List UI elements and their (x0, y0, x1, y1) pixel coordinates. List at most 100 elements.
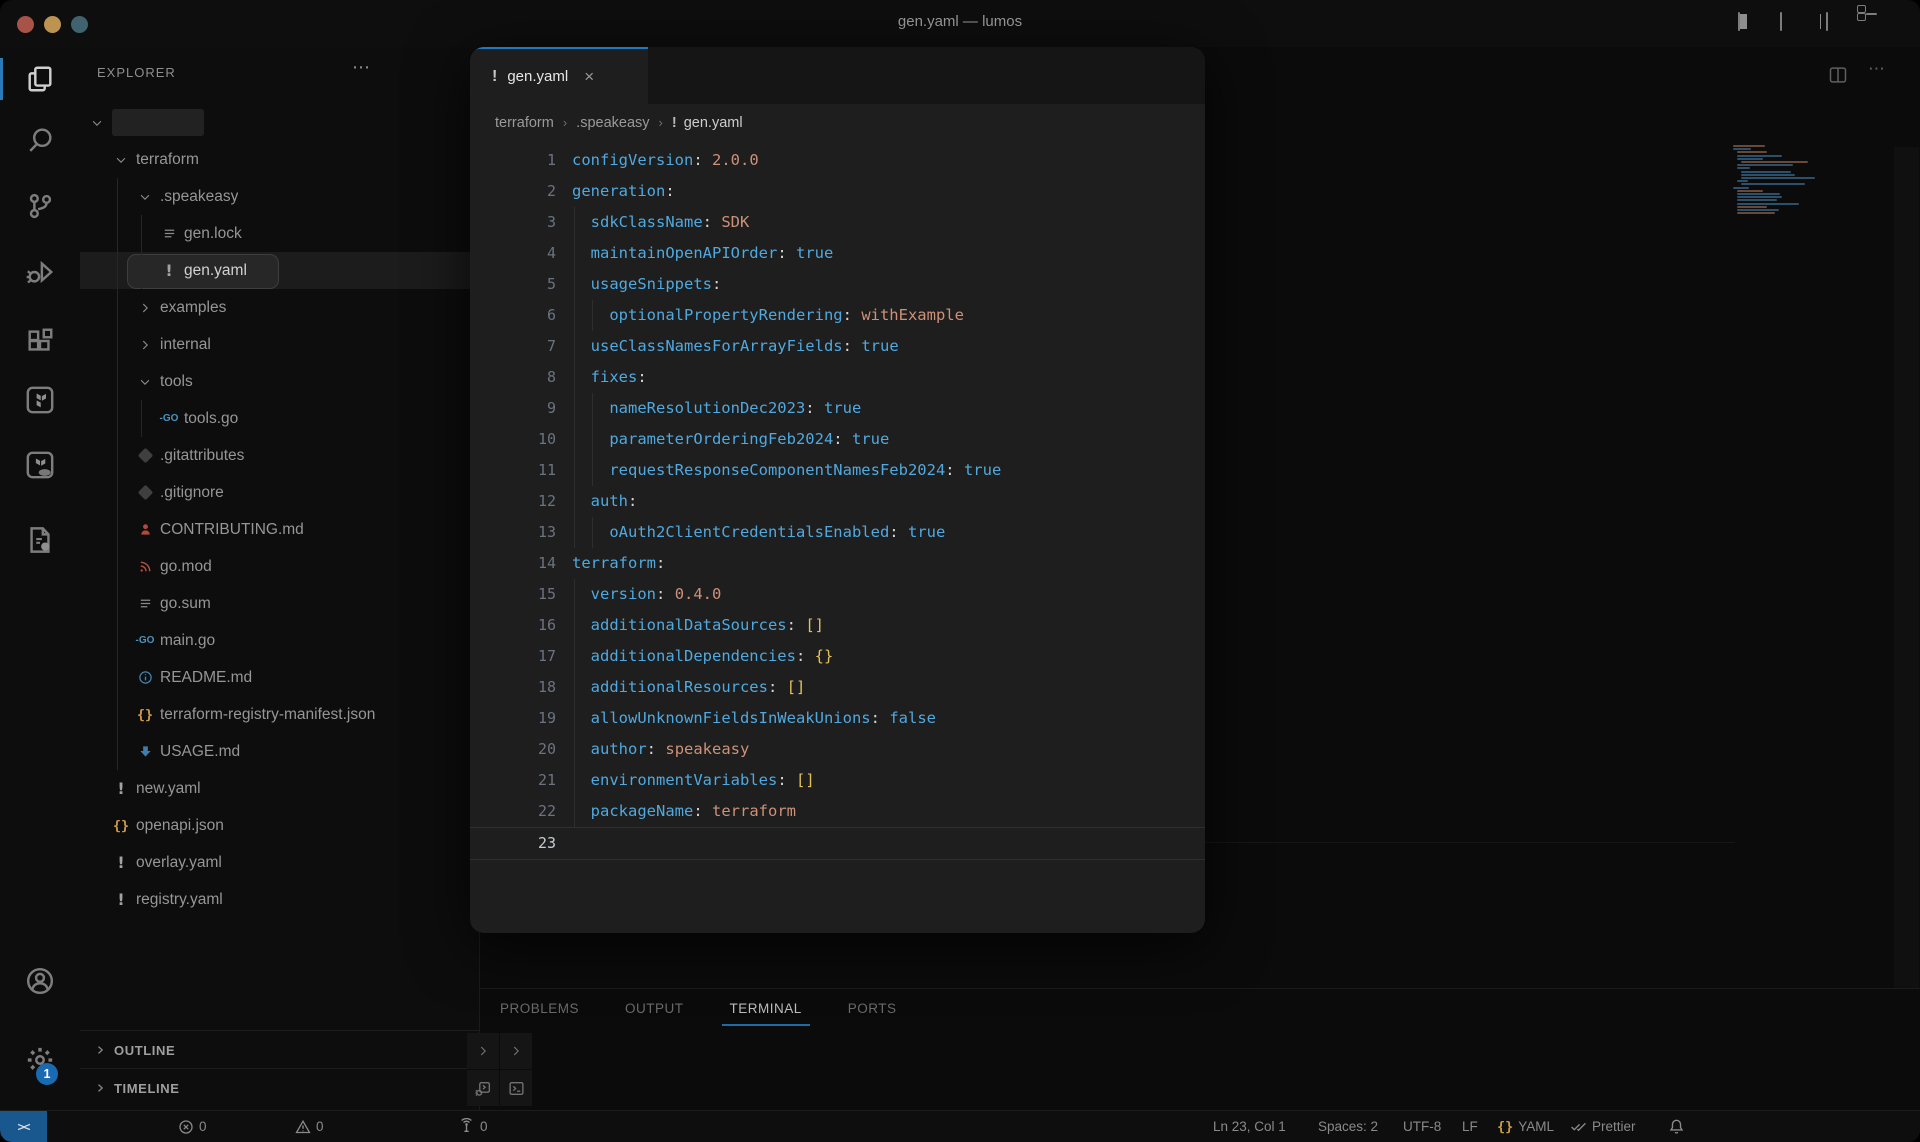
activity-item-settings[interactable]: 1 (0, 1033, 80, 1087)
code-line-5[interactable]: 5 usageSnippets: (470, 269, 1205, 300)
code-line-8[interactable]: 8 fixes: (470, 362, 1205, 393)
tree-item-readme-md[interactable]: README.md (80, 659, 480, 696)
activity-item-rest-client[interactable] (0, 513, 80, 567)
tree-item--gitattributes[interactable]: .gitattributes (80, 437, 480, 474)
tree-item-terraform-registry-manifest-json[interactable]: {} terraform-registry-manifest.json (80, 696, 480, 733)
activity-item-terraform-cloud[interactable] (0, 438, 80, 492)
code-line-18[interactable]: 18 additionalResources: [] (470, 672, 1205, 703)
tree-item-internal[interactable]: internal (80, 326, 480, 363)
status-warnings[interactable]: 0 (295, 1111, 324, 1142)
tree-item-examples[interactable]: examples (80, 289, 480, 326)
code-line-19[interactable]: 19 allowUnknownFieldsInWeakUnions: false (470, 703, 1205, 734)
breadcrumb-item--speakeasy[interactable]: .speakeasy (576, 115, 649, 131)
tree-item-go-mod[interactable]: go.mod (80, 548, 480, 585)
editor-more-actions-icon[interactable]: ⋯ (1868, 59, 1886, 79)
activity-item-explorer[interactable] (0, 52, 80, 106)
activity-item-terraform[interactable] (0, 373, 80, 427)
toggle-secondary-sidebar-icon[interactable] (1819, 12, 1850, 33)
code-line-2[interactable]: 2 generation: (470, 176, 1205, 207)
status-formatter[interactable]: Prettier (1570, 1111, 1636, 1142)
minimap[interactable] (1733, 145, 1823, 235)
tree-item-label: .speakeasy (160, 187, 239, 205)
code-line-23[interactable]: 23 (470, 827, 1205, 860)
tree-item-gen-lock[interactable]: gen.lock (80, 215, 480, 252)
status-language-mode[interactable]: {} YAML (1497, 1111, 1554, 1142)
code-line-11[interactable]: 11 requestResponseComponentNamesFeb2024:… (470, 455, 1205, 486)
line-content: packageName: terraform (572, 796, 796, 827)
activity-item-extensions[interactable] (0, 314, 80, 368)
status-errors[interactable]: 0 (178, 1111, 207, 1142)
tree-item-contributing-md[interactable]: CONTRIBUTING.md (80, 511, 480, 548)
code-editor[interactable]: 1 configVersion: 2.0.0 2 generation: 3 sdkCl… (470, 145, 1205, 933)
minimap-line (1737, 193, 1781, 195)
code-line-20[interactable]: 20 author: speakeasy (470, 734, 1205, 765)
tree-item-overlay-yaml[interactable]: ! overlay.yaml (80, 844, 480, 881)
code-line-15[interactable]: 15 version: 0.4.0 (470, 579, 1205, 610)
tree-item-go-sum[interactable]: go.sum (80, 585, 480, 622)
code-line-7[interactable]: 7 useClassNamesForArrayFields: true (470, 331, 1205, 362)
code-line-10[interactable]: 10 parameterOrderingFeb2024: true (470, 424, 1205, 455)
activity-item-source-control[interactable] (0, 179, 80, 233)
tree-item-tools-go[interactable]: -GO tools.go (80, 400, 480, 437)
code-line-14[interactable]: 14 terraform: (470, 548, 1205, 579)
line-content: additionalDependencies: {} (572, 641, 833, 672)
status-notifications[interactable] (1668, 1111, 1685, 1142)
split-editor-icon[interactable] (1828, 65, 1848, 85)
activity-item-accounts[interactable] (0, 954, 80, 1008)
activity-item-search[interactable] (0, 113, 80, 167)
breadcrumb-item-gen-yaml[interactable]: ! gen.yaml (672, 115, 743, 131)
panel-tab-terminal[interactable]: TERMINAL (721, 995, 811, 1026)
debug-terminal-icon[interactable] (467, 1070, 499, 1106)
outline-section[interactable]: OUTLINE (80, 1030, 480, 1069)
tree-item-new-yaml[interactable]: ! new.yaml (80, 770, 480, 807)
tree-item--gitignore[interactable]: .gitignore (80, 474, 480, 511)
status-eol[interactable]: LF (1462, 1111, 1478, 1142)
code-line-12[interactable]: 12 auth: (470, 486, 1205, 517)
terminal-icon[interactable] (500, 1070, 532, 1106)
code-line-16[interactable]: 16 additionalDataSources: [] (470, 610, 1205, 641)
code-line-3[interactable]: 3 sdkClassName: SDK (470, 207, 1205, 238)
tab-gen-yaml[interactable]: ! gen.yaml × (470, 47, 648, 104)
code-line-4[interactable]: 4 maintainOpenAPIOrder: true (470, 238, 1205, 269)
tree-item-usage-md[interactable]: USAGE.md (80, 733, 480, 770)
remote-indicator[interactable]: >< (0, 1111, 47, 1142)
tree-item-gen-yaml[interactable]: ! gen.yaml (80, 252, 480, 289)
chevron-right-icon[interactable] (467, 1033, 499, 1069)
explorer-more-actions-icon[interactable]: ⋯ (352, 57, 371, 78)
tree-item-workspace-root[interactable] (80, 104, 480, 141)
code-line-17[interactable]: 17 additionalDependencies: {} (470, 641, 1205, 672)
tree-item-openapi-json[interactable]: {} openapi.json (80, 807, 480, 844)
breadcrumb-item-terraform[interactable]: terraform (495, 115, 554, 131)
panel-tab-output[interactable]: OUTPUT (623, 995, 686, 1026)
tree-item-main-go[interactable]: -GO main.go (80, 622, 480, 659)
toggle-primary-sidebar-icon[interactable] (1738, 12, 1762, 33)
toggle-panel-icon[interactable] (1780, 12, 1804, 33)
close-tab-icon[interactable]: × (584, 67, 594, 87)
code-line-6[interactable]: 6 optionalPropertyRendering: withExample (470, 300, 1205, 331)
code-line-9[interactable]: 9 nameResolutionDec2023: true (470, 393, 1205, 424)
panel-tab-problems[interactable]: PROBLEMS (498, 995, 581, 1026)
tree-item-registry-yaml[interactable]: ! registry.yaml (80, 881, 480, 918)
code-line-1[interactable]: 1 configVersion: 2.0.0 (470, 145, 1205, 176)
timeline-section[interactable]: TIMELINE (80, 1068, 480, 1107)
status-indentation[interactable]: Spaces: 2 (1318, 1111, 1378, 1142)
current-line-rule (1205, 842, 1735, 843)
customize-layout-icon[interactable] (1857, 5, 1890, 33)
panel-tab-ports[interactable]: PORTS (846, 995, 899, 1026)
chevron-right-icon[interactable] (500, 1033, 532, 1069)
tree-item-terraform[interactable]: terraform (80, 141, 480, 178)
tree-item-tools[interactable]: tools (80, 363, 480, 400)
code-line-13[interactable]: 13 oAuth2ClientCredentialsEnabled: true (470, 517, 1205, 548)
status-encoding[interactable]: UTF-8 (1403, 1111, 1441, 1142)
tree-item-label: USAGE.md (160, 742, 241, 760)
line-number: 17 (537, 647, 556, 665)
status-ports-forwarded[interactable]: 0 (458, 1111, 488, 1142)
minimap-line (1741, 183, 1805, 186)
code-line-21[interactable]: 21 environmentVariables: [] (470, 765, 1205, 796)
tree-item--speakeasy[interactable]: .speakeasy (80, 178, 480, 215)
line-number: 19 (537, 709, 556, 727)
activity-item-run-debug[interactable] (0, 245, 80, 299)
status-cursor-position[interactable]: Ln 23, Col 1 (1213, 1111, 1286, 1142)
editor-scrollbar[interactable] (1894, 147, 1919, 992)
code-line-22[interactable]: 22 packageName: terraform (470, 796, 1205, 827)
